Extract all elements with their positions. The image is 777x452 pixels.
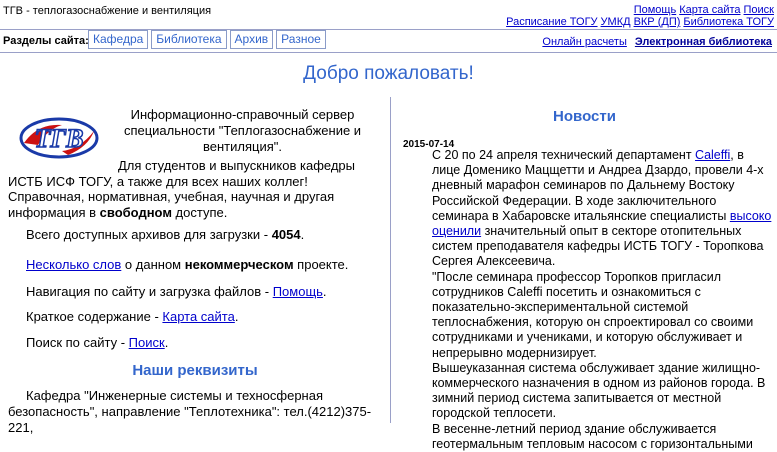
news-item: С 20 по 24 апреля технический департамен… xyxy=(432,148,774,452)
help-link[interactable]: Помощь xyxy=(634,4,677,16)
tab-archive[interactable]: Архив xyxy=(229,30,274,49)
search-inline-link[interactable]: Поиск xyxy=(129,335,165,350)
archives-count: 4054 xyxy=(271,227,301,242)
search-line: Поиск по сайту - Поиск. xyxy=(26,335,169,350)
tgv-logo: ТГВ xyxy=(19,117,99,159)
news-paragraph: Вышеуказанная система обслуживает здание… xyxy=(432,360,766,421)
sitemap-inline-link[interactable]: Карта сайта xyxy=(162,309,234,324)
top-links-primary: Помощь Карта сайта Поиск xyxy=(631,4,774,16)
search-link[interactable]: Поиск xyxy=(744,4,774,16)
sections-divider xyxy=(0,52,777,53)
about-link[interactable]: Несколько слов xyxy=(26,257,121,272)
news-paragraph: С 20 по 24 апреля технический департамен… xyxy=(432,148,772,269)
site-title: ТГВ - теплогазоснабжение и вентиляция xyxy=(3,5,212,17)
schedule-link[interactable]: Расписание ТОГУ xyxy=(506,16,597,28)
sitemap-link[interactable]: Карта сайта xyxy=(679,4,740,16)
news-paragraph: В весенне-летний период здание обслужива… xyxy=(432,421,753,451)
umkd-link[interactable]: УМКД xyxy=(601,16,631,28)
requisites-heading: Наши реквизиты xyxy=(132,362,258,379)
section-tabs: Кафедра Библиотека Архив Разное xyxy=(88,30,326,49)
caleffi-link[interactable]: Caleffi xyxy=(695,148,730,162)
archives-count-line: Всего доступных архивов для загрузки - 4… xyxy=(26,227,305,242)
intro-text: Информационно-справочный сервер специаль… xyxy=(123,107,362,154)
about-line: Несколько слов о данном некоммерческом п… xyxy=(26,257,349,272)
e-library-link[interactable]: Электронная библиотека xyxy=(635,36,772,48)
column-divider xyxy=(390,97,391,423)
online-calc-link[interactable]: Онлайн расчеты xyxy=(542,36,626,48)
tab-library[interactable]: Библиотека xyxy=(151,30,227,49)
tab-kafedra[interactable]: Кафедра xyxy=(88,30,149,49)
navigation-line: Навигация по сайту и загрузка файлов - П… xyxy=(26,284,327,299)
top-links-secondary: Расписание ТОГУ УМКД ВКР (ДП) Библиотека ТО… xyxy=(503,16,774,28)
sections-label: Разделы сайта: xyxy=(3,35,89,47)
students-text: Для студентов и выпускников кафедры ИСТБ… xyxy=(8,158,355,220)
library-togu-link[interactable]: Библиотека ТОГУ xyxy=(683,16,774,28)
summary-line: Краткое содержание - Карта сайта. xyxy=(26,309,239,324)
news-heading: Новости xyxy=(553,108,616,125)
tab-misc[interactable]: Разное xyxy=(276,30,326,49)
logo-text: ТГВ xyxy=(35,124,84,153)
welcome-heading: Добро пожаловать! xyxy=(303,63,474,84)
help-inline-link[interactable]: Помощь xyxy=(273,284,323,299)
right-links: Онлайн расчеты Электронная библиотека xyxy=(534,36,772,48)
news-paragraph: "После семинара профессор Торопков пригл… xyxy=(432,269,754,360)
vkr-link[interactable]: ВКР (ДП) xyxy=(634,16,681,28)
requisites-text: Кафедра "Инженерные системы и техносферн… xyxy=(8,388,372,435)
